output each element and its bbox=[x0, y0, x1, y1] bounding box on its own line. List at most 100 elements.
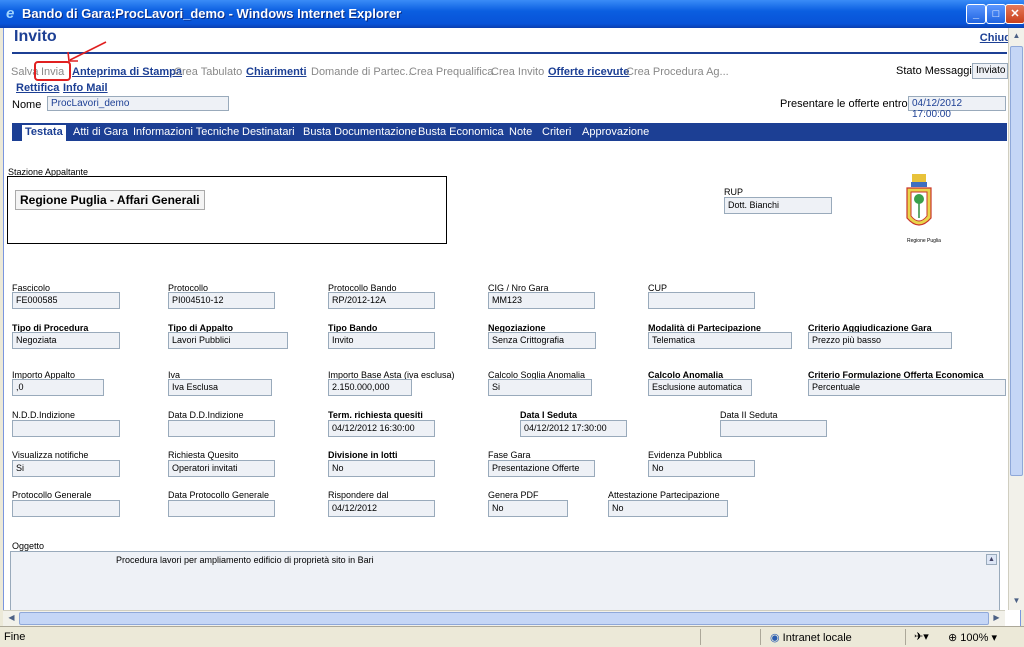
modalita-partecipazione-field[interactable]: Telematica bbox=[648, 332, 792, 349]
criterio-aggiudicazione-field[interactable]: Prezzo più basso bbox=[808, 332, 952, 349]
tipo-procedura-field[interactable]: Negoziata bbox=[12, 332, 120, 349]
minimize-button[interactable]: _ bbox=[966, 4, 986, 24]
genera-pdf-label: Genera PDF bbox=[488, 490, 539, 500]
rispondere-dal-field[interactable]: 04/12/2012 bbox=[328, 500, 435, 517]
data-ii-seduta-label: Data II Seduta bbox=[720, 410, 778, 420]
tab-testata[interactable]: Testata bbox=[22, 125, 66, 141]
cig-field[interactable]: MM123 bbox=[488, 292, 595, 309]
window-title: Bando di Gara:ProcLavori_demo - Windows … bbox=[22, 6, 402, 21]
status-separator bbox=[700, 629, 701, 645]
divisione-lotti-field[interactable]: No bbox=[328, 460, 435, 477]
visualizza-notifiche-label: Visualizza notifiche bbox=[12, 450, 89, 460]
domande-partecipazione-button[interactable]: Domande di Partec... bbox=[311, 66, 414, 78]
security-zone[interactable]: ◉ Intranet locale bbox=[770, 631, 852, 644]
zoom-icon: ⊕ bbox=[948, 632, 958, 644]
anteprima-stampa-link[interactable]: Anteprima di Stampa bbox=[72, 66, 182, 78]
iva-field[interactable]: Iva Esclusa bbox=[168, 379, 272, 396]
rettifica-link[interactable]: Rettifica bbox=[16, 82, 59, 94]
ndd-indizione-label: N.D.D.Indizione bbox=[12, 410, 76, 420]
criterio-formulazione-field[interactable]: Percentuale bbox=[808, 379, 1006, 396]
testata-form: Stazione Appaltante Regione Puglia - Aff… bbox=[4, 141, 1006, 611]
cup-field[interactable] bbox=[648, 292, 755, 309]
scroll-right-arrow-icon[interactable]: ▶ bbox=[989, 611, 1004, 626]
data-dd-indizione-field[interactable] bbox=[168, 420, 275, 437]
internet-explorer-icon: e bbox=[6, 5, 15, 22]
tab-informazioni-tecniche[interactable]: Informazioni Tecniche bbox=[133, 126, 239, 138]
horizontal-scroll-thumb[interactable] bbox=[19, 612, 989, 625]
negoziazione-field[interactable]: Senza Crittografia bbox=[488, 332, 596, 349]
info-mail-link[interactable]: Info Mail bbox=[63, 82, 108, 94]
browser-content: Invito Chiudi Salva Invia Anteprima di S… bbox=[3, 28, 1021, 626]
importo-appalto-field[interactable]: ,0 bbox=[12, 379, 104, 396]
oggetto-scroll-up-icon[interactable]: ▲ bbox=[986, 554, 997, 565]
data-protocollo-generale-field[interactable] bbox=[168, 500, 275, 517]
protocollo-field[interactable]: PI004510-12 bbox=[168, 292, 275, 309]
scroll-down-arrow-icon[interactable]: ▼ bbox=[1009, 594, 1024, 609]
maximize-button[interactable]: □ bbox=[986, 4, 1006, 24]
intranet-globe-icon: ◉ bbox=[770, 632, 780, 644]
data-dd-indizione-label: Data D.D.Indizione bbox=[168, 410, 244, 420]
crea-procedura-button[interactable]: Crea Procedura Ag... bbox=[626, 66, 729, 78]
zoom-control[interactable]: ⊕ 100% ▾ bbox=[948, 631, 997, 644]
status-separator bbox=[905, 629, 906, 645]
stazione-appaltante-value[interactable]: Regione Puglia - Affari Generali bbox=[15, 190, 205, 210]
term-richiesta-quesiti-field[interactable]: 04/12/2012 16:30:00 bbox=[328, 420, 435, 437]
window-titlebar: e Bando di Gara:ProcLavori_demo - Window… bbox=[0, 0, 1024, 28]
protocollo-generale-field[interactable] bbox=[12, 500, 120, 517]
data-ii-seduta-field[interactable] bbox=[720, 420, 827, 437]
tipo-appalto-field[interactable]: Lavori Pubblici bbox=[168, 332, 288, 349]
presentare-offerte-field[interactable]: 04/12/2012 17:00:00 bbox=[908, 96, 1006, 120]
tab-destinatari[interactable]: Destinatari bbox=[242, 126, 295, 138]
tipo-bando-field[interactable]: Invito bbox=[328, 332, 435, 349]
tab-busta-documentazione[interactable]: Busta Documentazione bbox=[303, 126, 417, 138]
oggetto-textarea[interactable]: Procedura lavori per ampliamento edifici… bbox=[10, 551, 1000, 611]
crea-invito-button[interactable]: Crea Invito bbox=[491, 66, 544, 78]
ndd-indizione-field[interactable] bbox=[12, 420, 120, 437]
stazione-appaltante-box: Regione Puglia - Affari Generali bbox=[7, 176, 447, 244]
protected-mode-icon[interactable]: ✈▾ bbox=[914, 630, 929, 643]
invia-highlight-annotation bbox=[34, 61, 71, 81]
data-i-seduta-field[interactable]: 04/12/2012 17:30:00 bbox=[520, 420, 627, 437]
close-window-button[interactable]: ✕ bbox=[1005, 4, 1024, 24]
genera-pdf-field[interactable]: No bbox=[488, 500, 568, 517]
vertical-scroll-thumb[interactable] bbox=[1010, 46, 1023, 476]
vertical-scrollbar[interactable]: ▲ ▼ bbox=[1008, 28, 1024, 610]
crea-tabulato-button[interactable]: Crea Tabulato bbox=[174, 66, 242, 78]
status-separator bbox=[760, 629, 761, 645]
nome-field[interactable]: ProcLavori_demo bbox=[47, 96, 229, 111]
fase-gara-field[interactable]: Presentazione Offerte bbox=[488, 460, 595, 477]
richiesta-quesito-field[interactable]: Operatori invitati bbox=[168, 460, 275, 477]
oggetto-label: Oggetto bbox=[12, 541, 45, 551]
security-zone-label: Intranet locale bbox=[782, 632, 852, 644]
richiesta-quesito-label: Richiesta Quesito bbox=[168, 450, 239, 460]
tab-criteri[interactable]: Criteri bbox=[542, 126, 571, 138]
tab-atti-di-gara[interactable]: Atti di Gara bbox=[73, 126, 128, 138]
importo-base-asta-field[interactable]: 2.150.000,000 bbox=[328, 379, 412, 396]
data-i-seduta-label: Data I Seduta bbox=[520, 410, 578, 420]
zoom-level: 100% bbox=[960, 632, 989, 644]
logo-caption: Regione Puglia bbox=[907, 238, 941, 244]
tab-busta-economica[interactable]: Busta Economica bbox=[418, 126, 504, 138]
rup-field[interactable]: Dott. Bianchi bbox=[724, 197, 832, 214]
scroll-left-arrow-icon[interactable]: ◀ bbox=[4, 611, 19, 626]
fascicolo-field[interactable]: FE000585 bbox=[12, 292, 120, 309]
evidenza-pubblica-label: Evidenza Pubblica bbox=[648, 450, 723, 460]
evidenza-pubblica-field[interactable]: No bbox=[648, 460, 755, 477]
stato-messaggio-label: Stato Messaggio bbox=[896, 65, 978, 77]
horizontal-scrollbar[interactable]: ◀ ▶ bbox=[3, 610, 1005, 626]
protocollo-bando-field[interactable]: RP/2012-12A bbox=[328, 292, 435, 309]
tab-note[interactable]: Note bbox=[509, 126, 532, 138]
tab-bar: Testata Atti di Gara Informazioni Tecnic… bbox=[12, 123, 1007, 141]
zoom-dropdown-icon: ▾ bbox=[991, 632, 998, 644]
scroll-up-arrow-icon[interactable]: ▲ bbox=[1009, 29, 1024, 44]
attestazione-partecipazione-field[interactable]: No bbox=[608, 500, 728, 517]
visualizza-notifiche-field[interactable]: Si bbox=[12, 460, 120, 477]
fase-gara-label: Fase Gara bbox=[488, 450, 531, 460]
tab-approvazione[interactable]: Approvazione bbox=[582, 126, 649, 138]
calcolo-anomalia-field[interactable]: Esclusione automatica bbox=[648, 379, 752, 396]
regione-puglia-logo bbox=[906, 174, 932, 226]
crea-prequalifica-button[interactable]: Crea Prequalifica bbox=[409, 66, 493, 78]
calcolo-soglia-anomalia-field[interactable]: Si bbox=[488, 379, 592, 396]
offerte-ricevute-link[interactable]: Offerte ricevute bbox=[548, 66, 629, 78]
chiarimenti-link[interactable]: Chiarimenti bbox=[246, 66, 307, 78]
